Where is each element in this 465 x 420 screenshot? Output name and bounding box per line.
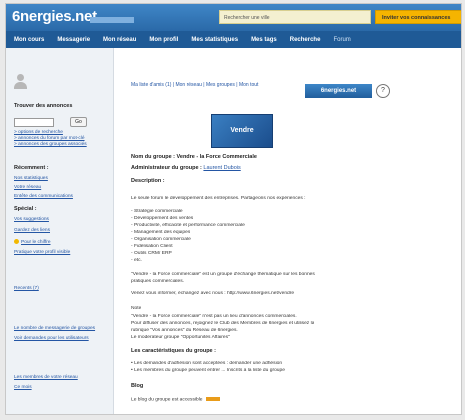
admin-row: Administrateur du groupe : Laurent Duboi…	[131, 165, 241, 171]
description-label: Description :	[131, 178, 165, 184]
nav-item-messagerie[interactable]: Messagerie	[57, 37, 90, 43]
avatar-icon	[14, 74, 28, 90]
description-line: Note	[131, 306, 142, 311]
description-line: - etc.	[131, 258, 142, 263]
nav-item-tags[interactable]: Mes tags	[251, 37, 277, 43]
description-line: "Vendre - la Force commerciale" est un g…	[131, 272, 315, 277]
sidebar: Trouver des annonces Go > options de rec…	[6, 48, 114, 414]
nav-item-forum[interactable]: Forum	[333, 37, 350, 43]
search-title: Trouver des annonces	[14, 103, 73, 109]
description-line: - Productivité, efficacité et performanc…	[131, 223, 245, 228]
footer-link[interactable]: Le nombre de messagerie de groupes	[14, 326, 95, 331]
recent-link[interactable]: Votre réseau	[14, 185, 41, 190]
footer-link[interactable]: Recents (7)	[14, 286, 39, 291]
admin-link[interactable]: Laurent Dubois	[203, 165, 240, 171]
blog-text: Le blog du groupe est accessible	[131, 397, 203, 403]
admin-label: Administrateur du groupe :	[131, 165, 202, 171]
search-link[interactable]: > annonces des groupes associés	[14, 142, 87, 147]
logo-tagline-bar	[90, 17, 134, 23]
feature-item[interactable]: • Les demandes d'adhésion sont acceptées…	[131, 361, 282, 366]
footer-link[interactable]: Ce mois	[14, 385, 32, 390]
breadcrumb[interactable]: Ma liste d'amis (1) | Mon réseau | Mes g…	[131, 82, 289, 89]
nav-item-recherche[interactable]: Recherche	[290, 37, 321, 43]
search-link[interactable]: > options de recherche	[14, 130, 63, 135]
nav-item-profil[interactable]: Mon profil	[149, 37, 178, 43]
recent-link[interactable]: Nos statistiques	[14, 176, 48, 181]
feature-item[interactable]: • Les membres du groupe peuvent entrer .…	[131, 368, 285, 373]
footer-link[interactable]: Voir demandes pour les utilisateurs	[14, 336, 89, 341]
nav-item-cours[interactable]: Mon cours	[14, 37, 44, 43]
brand-badge: 6nergies.net	[305, 84, 372, 98]
help-icon[interactable]: ?	[376, 84, 390, 98]
search-input[interactable]	[14, 118, 54, 127]
recently-title: Récemment :	[14, 165, 49, 171]
search-link[interactable]: > annonces du forum par mot-clé	[14, 136, 85, 141]
description-line: - Stratégie commerciale	[131, 209, 183, 214]
header-bar: 6nergies.net Rechercher une ville Invite…	[6, 4, 461, 31]
blog-button-icon[interactable]	[205, 397, 220, 401]
nav-item-reseau[interactable]: Mon réseau	[103, 37, 136, 43]
special-link-highlight[interactable]: Pour le chiffre	[14, 239, 51, 245]
description-line: Le seule forum le développement des entr…	[131, 196, 306, 201]
special-link-label: Pour le chiffre	[21, 239, 51, 245]
special-title: Spécial :	[14, 206, 37, 212]
browser-page: 6nergies.net Rechercher une ville Invite…	[5, 3, 462, 415]
nav-item-statistiques[interactable]: Mes statistiques	[191, 37, 238, 43]
description-line: Le moderateur groupe "Opportunités Affai…	[131, 335, 230, 340]
description-line: - Outils CRM/ ERP	[131, 251, 172, 256]
description-line: "Vendre - la Force commerciale" n'est pa…	[131, 314, 297, 319]
description-line: - Fidélisation Client	[131, 244, 173, 249]
special-link[interactable]: Pratique votre profil visible	[14, 250, 70, 255]
group-logo: Vendre	[211, 114, 273, 148]
main-nav: Mon cours Messagerie Mon réseau Mon prof…	[6, 31, 461, 48]
group-name: Nom du groupe : Vendre - la Force Commer…	[131, 154, 257, 160]
invite-button[interactable]: Inviter vos connaissances	[375, 10, 461, 24]
description-line: - Développement des ventes	[131, 216, 194, 221]
site-logo[interactable]: 6nergies.net	[12, 8, 97, 25]
main-content: Ma liste d'amis (1) | Mon réseau | Mes g…	[124, 48, 458, 414]
special-link[interactable]: Vos suggestions	[14, 217, 49, 222]
description-line: Venez vous informer, échangez avec nous …	[131, 291, 295, 296]
description-line: - Management des équipes	[131, 230, 191, 235]
star-icon	[14, 239, 19, 244]
recent-link[interactable]: Entête des communications	[14, 194, 73, 199]
description-line: pratiques commerciales.	[131, 279, 185, 284]
blog-label: Blog	[131, 383, 144, 389]
description-line: Pour diffuser des annonces, rejoignez le…	[131, 321, 315, 326]
search-go-button[interactable]: Go	[70, 117, 87, 127]
description-line: - Organisation commerciale	[131, 237, 191, 242]
special-link[interactable]: Gardez des liens	[14, 228, 50, 233]
footer-link[interactable]: Les membres de votre réseau	[14, 375, 78, 380]
description-line: rubrique "Vos annonces" du Réseau de 6ne…	[131, 328, 238, 333]
features-label: Les caractéristiques du groupe :	[131, 348, 216, 354]
blog-row: Le blog du groupe est accessible	[131, 397, 220, 402]
search-strip[interactable]: Rechercher une ville	[219, 10, 371, 24]
